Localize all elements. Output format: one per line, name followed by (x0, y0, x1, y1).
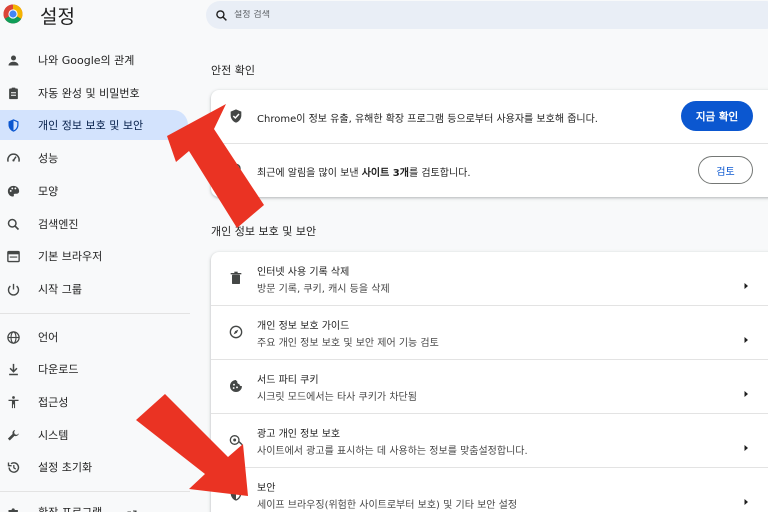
trash-icon (228, 270, 244, 286)
compass-icon (228, 324, 244, 340)
sidebar-item-label: 설정 초기화 (38, 461, 93, 474)
privacy-guide-row[interactable]: 개인 정보 보호 가이드 주요 개인 정보 보호 및 보안 제어 기능 검토 (211, 306, 768, 359)
arrow-right-icon (742, 383, 750, 397)
security-row[interactable]: 보안 세이프 브라우징(위험한 사이트로부터 보호) 및 기타 보안 설정 (211, 468, 768, 512)
notification-review-text: 최근에 알림을 많이 보낸 사이트 3개를 검토합니다. (257, 164, 471, 179)
sidebar-item-autofill[interactable]: 자동 완성 및 비밀번호 (0, 78, 188, 108)
search-icon (216, 9, 227, 21)
sidebar-item-label: 성능 (38, 152, 59, 165)
search-input[interactable] (234, 10, 634, 20)
sidebar-item-languages[interactable]: 언어 (0, 322, 188, 352)
sidebar-item-appearance[interactable]: 모양 (0, 176, 188, 206)
row-subtitle: 세이프 브라우징(위험한 사이트로부터 보호) 및 기타 보안 설정 (257, 500, 518, 511)
sidebar-item-downloads[interactable]: 다운로드 (0, 354, 188, 384)
row-subtitle: 주요 개인 정보 보호 및 보안 제어 기능 검토 (257, 338, 439, 349)
external-link-icon (126, 506, 138, 512)
text-suffix: 를 검토합니다. (408, 168, 471, 179)
sidebar-divider (0, 313, 190, 314)
person-icon (6, 53, 21, 68)
bell-icon (228, 161, 244, 177)
check-now-button[interactable]: 지금 확인 (681, 101, 753, 131)
review-button[interactable]: 검토 (698, 156, 753, 184)
download-icon (6, 362, 21, 377)
sidebar-item-label: 모양 (38, 185, 59, 198)
wrench-icon (6, 428, 21, 443)
palette-icon (6, 184, 21, 199)
sidebar-item-label: 접근성 (38, 396, 69, 409)
sidebar-item-label: 시스템 (38, 429, 69, 442)
arrow-right-icon (742, 437, 750, 451)
text-prefix: 최근에 알림을 많이 보낸 (257, 168, 362, 179)
sidebar-item-label: 자동 완성 및 비밀번호 (38, 87, 140, 100)
power-icon (6, 282, 21, 297)
sidebar-item-accessibility[interactable]: 접근성 (0, 387, 188, 417)
cookie-icon (228, 378, 244, 394)
arrow-right-icon (742, 491, 750, 505)
privacy-security-card: 인터넷 사용 기록 삭제 방문 기록, 쿠키, 캐시 등을 삭제 개인 정보 보… (211, 252, 768, 512)
sidebar-item-privacy-security[interactable]: 개인 정보 보호 및 보안 (0, 110, 188, 140)
safety-check-card: Chrome이 정보 유출, 유해한 확장 프로그램 등으로부터 사용자를 보호… (211, 90, 768, 197)
ad-privacy-row[interactable]: 광고 개인 정보 보호 사이트에서 광고를 표시하는 데 사용하는 정보를 맞춤… (211, 414, 768, 467)
sidebar-item-on-startup[interactable]: 시작 그룹 (0, 274, 188, 304)
sidebar-item-label: 개인 정보 보호 및 보안 (38, 119, 144, 132)
shield-icon (228, 486, 244, 502)
sidebar-item-performance[interactable]: 성능 (0, 143, 188, 173)
row-subtitle: 시크릿 모드에서는 타사 쿠키가 차단됨 (257, 392, 417, 403)
shield-icon (6, 118, 21, 133)
shield-check-icon (228, 108, 244, 124)
clear-browsing-data-row[interactable]: 인터넷 사용 기록 삭제 방문 기록, 쿠키, 캐시 등을 삭제 (211, 252, 768, 305)
sidebar-item-extensions[interactable]: 확장 프로그램 (0, 497, 188, 512)
sidebar-item-system[interactable]: 시스템 (0, 420, 188, 450)
text-bold: 사이트 3개 (361, 168, 409, 179)
arrow-right-icon (742, 275, 750, 289)
safety-check-heading: 안전 확인 (211, 64, 255, 77)
sidebar-item-label: 검색엔진 (38, 218, 79, 231)
safety-check-row: Chrome이 정보 유출, 유해한 확장 프로그램 등으로부터 사용자를 보호… (211, 90, 768, 143)
row-subtitle: 방문 기록, 쿠키, 캐시 등을 삭제 (257, 284, 390, 295)
row-title: 광고 개인 정보 보호 (257, 429, 341, 440)
sidebar-item-label: 확장 프로그램 (38, 504, 102, 512)
row-subtitle: 사이트에서 광고를 표시하는 데 사용하는 정보를 맞춤설정합니다. (257, 446, 528, 457)
accessibility-icon (6, 395, 21, 410)
third-party-cookies-row[interactable]: 서드 파티 쿠키 시크릿 모드에서는 타사 쿠키가 차단됨 (211, 360, 768, 413)
search-bar[interactable] (206, 1, 768, 29)
row-title: 서드 파티 쿠키 (257, 375, 319, 386)
puzzle-icon (6, 505, 21, 512)
page-title: 설정 (40, 6, 75, 28)
globe-icon (6, 330, 21, 345)
sidebar-divider (0, 491, 190, 492)
browser-icon (6, 249, 21, 264)
sidebar-item-label: 시작 그룹 (38, 283, 82, 296)
notification-review-row: 최근에 알림을 많이 보낸 사이트 3개를 검토합니다. 검토 (211, 144, 768, 197)
row-title: 보안 (257, 483, 276, 494)
history-icon (6, 460, 21, 475)
sidebar-item-reset[interactable]: 설정 초기화 (0, 452, 188, 482)
speedometer-icon (6, 151, 21, 166)
clipboard-icon (6, 86, 21, 101)
sidebar-item-label: 다운로드 (38, 363, 79, 376)
sidebar-item-you-and-google[interactable]: 나와 Google의 관계 (0, 45, 188, 75)
arrow-right-icon (742, 329, 750, 343)
sidebar-item-default-browser[interactable]: 기본 브라우저 (0, 241, 188, 271)
row-title: 인터넷 사용 기록 삭제 (257, 267, 350, 278)
sidebar-item-label: 나와 Google의 관계 (38, 54, 135, 67)
sidebar-item-label: 언어 (38, 331, 59, 344)
sidebar-item-search-engine[interactable]: 검색엔진 (0, 209, 188, 239)
chrome-logo-icon (3, 4, 23, 24)
row-title: 개인 정보 보호 가이드 (257, 321, 350, 332)
sidebar-item-label: 기본 브라우저 (38, 250, 103, 263)
ads-privacy-icon (228, 432, 244, 448)
safety-check-description: Chrome이 정보 유출, 유해한 확장 프로그램 등으로부터 사용자를 보호… (257, 114, 598, 125)
search-icon (6, 217, 21, 232)
privacy-security-heading: 개인 정보 보호 및 보안 (211, 225, 317, 238)
